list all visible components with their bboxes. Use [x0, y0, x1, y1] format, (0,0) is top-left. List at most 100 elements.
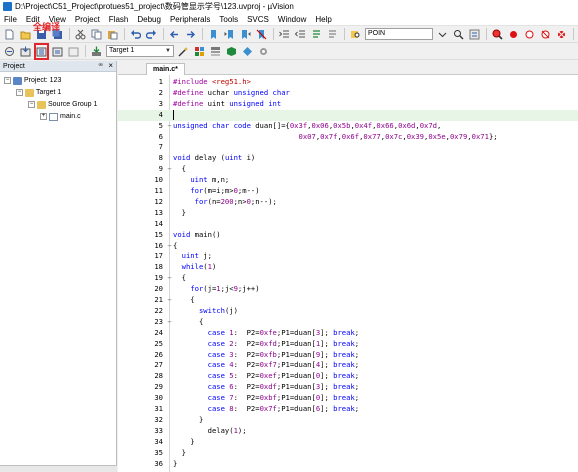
- run-time-env-button[interactable]: [257, 45, 270, 58]
- bookmark-next-button[interactable]: [239, 28, 252, 41]
- code-line[interactable]: 9− {: [118, 164, 578, 175]
- code-line[interactable]: 20 for(j=1;j<9;j++): [118, 284, 578, 295]
- code-line[interactable]: 13 }: [118, 208, 578, 219]
- code-line[interactable]: 2 #define uchar unsigned char: [118, 88, 578, 99]
- redo-button[interactable]: [145, 28, 158, 41]
- code-line[interactable]: 12 for(n=200;n>0;n--);: [118, 197, 578, 208]
- code-line[interactable]: 6 0x07,0x7f,0x6f,0x77,0x7c,0x39,0x5e,0x7…: [118, 132, 578, 143]
- code-line[interactable]: 8 void delay (uint i): [118, 153, 578, 164]
- code-line[interactable]: 34 }: [118, 437, 578, 448]
- fold-toggle-icon[interactable]: −: [166, 241, 173, 252]
- code-line[interactable]: 32 }: [118, 415, 578, 426]
- code-line[interactable]: 33 delay(1);: [118, 426, 578, 437]
- fold-toggle-icon[interactable]: −: [166, 121, 173, 132]
- code-line[interactable]: 11 for(m=i;m>0;m--): [118, 186, 578, 197]
- code-line[interactable]: 36}: [118, 459, 578, 470]
- bookmark-toggle-button[interactable]: [207, 28, 220, 41]
- nav-back-button[interactable]: [168, 28, 181, 41]
- collapse-icon[interactable]: −: [28, 101, 35, 108]
- menu-file[interactable]: File: [4, 15, 17, 24]
- menu-flash[interactable]: Flash: [109, 15, 129, 24]
- find-dropdown-button[interactable]: [436, 28, 449, 41]
- code-line[interactable]: 23− {: [118, 317, 578, 328]
- code-line[interactable]: 25 case 2: P2=0xfd;P1=duan[1]; break;: [118, 339, 578, 350]
- menu-peripherals[interactable]: Peripherals: [170, 15, 210, 24]
- select-packs-button[interactable]: [225, 45, 238, 58]
- target-select[interactable]: Target 1 ▼: [106, 45, 174, 57]
- menu-window[interactable]: Window: [278, 15, 306, 24]
- manage-components-button[interactable]: [209, 45, 222, 58]
- fold-toggle-icon[interactable]: −: [166, 273, 173, 284]
- code-line[interactable]: 10 uint m,n;: [118, 175, 578, 186]
- comment-button[interactable]: [310, 28, 323, 41]
- menu-svcs[interactable]: SVCS: [247, 15, 269, 24]
- code-line[interactable]: 18 while(1): [118, 262, 578, 273]
- tree-item-main-c[interactable]: + main.c: [40, 111, 81, 122]
- disable-all-breakpoints-button[interactable]: [539, 28, 552, 41]
- uncomment-button[interactable]: [326, 28, 339, 41]
- code-line[interactable]: 24 case 1: P2=0xfe;P1=duan[3]; break;: [118, 328, 578, 339]
- code-line[interactable]: 19− {: [118, 273, 578, 284]
- bookmark-clear-button[interactable]: [255, 28, 268, 41]
- fold-toggle-icon[interactable]: −: [166, 317, 173, 328]
- code-line[interactable]: 22 switch(j): [118, 306, 578, 317]
- menu-tools[interactable]: Tools: [219, 15, 238, 24]
- kill-all-breakpoints-button[interactable]: [555, 28, 568, 41]
- bookmark-prev-button[interactable]: [223, 28, 236, 41]
- code-line[interactable]: 17 uint j;: [118, 251, 578, 262]
- copy-button[interactable]: [90, 28, 103, 41]
- menu-project[interactable]: Project: [75, 15, 100, 24]
- tree-item-target[interactable]: − Target 1: [16, 87, 61, 98]
- code-area[interactable]: 1 #include <reg51.h> 2 #define uchar unsign…: [118, 75, 578, 472]
- code-line[interactable]: 29 case 6: P2=0xdf;P1=duan[3]; break;: [118, 382, 578, 393]
- code-line[interactable]: 30 case 7: P2=0xbf;P1=duan[0]; break;: [118, 393, 578, 404]
- undo-button[interactable]: [129, 28, 142, 41]
- code-line[interactable]: 5− unsigned char code duan[]={0x3f,0x06,0…: [118, 121, 578, 132]
- fold-toggle-icon[interactable]: −: [166, 295, 173, 306]
- fold-toggle-icon[interactable]: −: [166, 164, 173, 175]
- code-line[interactable]: 27 case 4: P2=0xf7;P1=duan[4]; break;: [118, 360, 578, 371]
- collapse-icon[interactable]: −: [16, 89, 23, 96]
- code-line[interactable]: 15 void main(): [118, 230, 578, 241]
- code-line[interactable]: 4: [118, 109, 578, 121]
- cut-button[interactable]: [74, 28, 87, 41]
- code-line[interactable]: 1 #include <reg51.h>: [118, 77, 578, 88]
- code-line[interactable]: 31 case 8: P2=0x7f;P1=duan[6]; break;: [118, 404, 578, 415]
- nav-forward-button[interactable]: [184, 28, 197, 41]
- expand-icon[interactable]: +: [40, 113, 47, 120]
- close-icon[interactable]: ×: [108, 61, 113, 70]
- download-button[interactable]: [90, 45, 103, 58]
- pin-icon[interactable]: ꟹ: [98, 62, 103, 70]
- build-button[interactable]: [19, 45, 32, 58]
- tab-main-c[interactable]: main.c*: [146, 63, 185, 75]
- code-line[interactable]: 14: [118, 219, 578, 230]
- batch-build-button[interactable]: [51, 45, 64, 58]
- incremental-find-button[interactable]: [452, 28, 465, 41]
- target-options-button[interactable]: [177, 45, 190, 58]
- collapse-icon[interactable]: −: [4, 77, 11, 84]
- unindent-button[interactable]: [294, 28, 307, 41]
- enable-breakpoint-button[interactable]: [523, 28, 536, 41]
- translate-button[interactable]: [3, 45, 16, 58]
- find-in-files-button[interactable]: [349, 28, 362, 41]
- open-file-button[interactable]: [19, 28, 32, 41]
- code-line[interactable]: 16−{: [118, 241, 578, 252]
- code-line[interactable]: 7: [118, 142, 578, 153]
- indent-button[interactable]: [278, 28, 291, 41]
- paste-button[interactable]: [106, 28, 119, 41]
- code-line[interactable]: 3 #define uint unsigned int: [118, 99, 578, 110]
- stop-build-button[interactable]: [67, 45, 80, 58]
- browse-button[interactable]: [468, 28, 481, 41]
- code-line[interactable]: 26 case 3: P2=0xfb;P1=duan[9]; break;: [118, 350, 578, 361]
- menu-help[interactable]: Help: [315, 15, 331, 24]
- code-line[interactable]: 21− {: [118, 295, 578, 306]
- pack-installer-button[interactable]: [241, 45, 254, 58]
- tree-item-project[interactable]: − Project: 123: [4, 75, 61, 86]
- tree-item-source-group[interactable]: − Source Group 1: [28, 99, 97, 110]
- find-combo[interactable]: POIN: [365, 28, 433, 40]
- new-file-button[interactable]: [3, 28, 16, 41]
- insert-breakpoint-button[interactable]: [507, 28, 520, 41]
- code-line[interactable]: 28 case 5: P2=0xef;P1=duan[0]; break;: [118, 371, 578, 382]
- code-line[interactable]: 35 }: [118, 448, 578, 459]
- file-extensions-button[interactable]: [193, 45, 206, 58]
